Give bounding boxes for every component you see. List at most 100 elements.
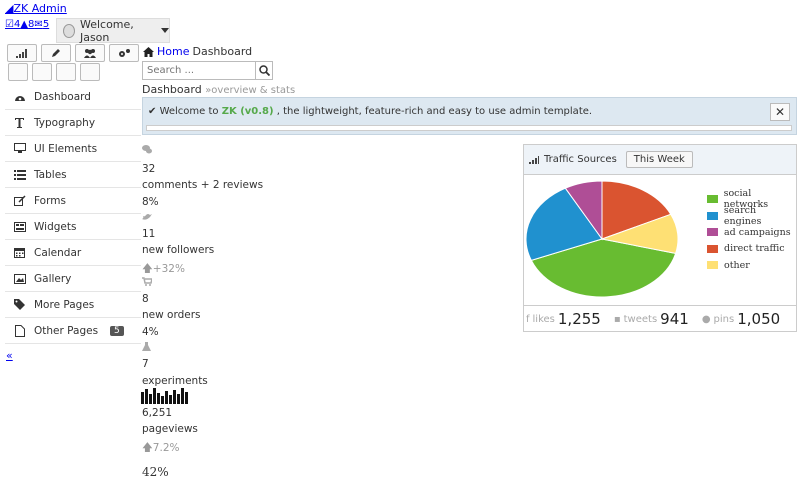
bell-icon: ▲: [20, 19, 29, 30]
settings-shortcut-button[interactable]: [109, 44, 139, 62]
likes-count: 1,255: [557, 310, 601, 328]
widgets-icon: [13, 221, 26, 232]
home-icon: [143, 46, 154, 57]
calendar-icon: [13, 247, 26, 258]
search-icon[interactable]: [255, 62, 272, 79]
cart-icon: [142, 277, 153, 289]
tag-icon: [13, 299, 26, 310]
text-icon: [13, 117, 26, 128]
panel-header: Traffic Sources This Week: [524, 145, 796, 175]
user-menu[interactable]: Welcome, Jason: [56, 17, 170, 44]
sidebar-item-typography[interactable]: Typography: [5, 110, 141, 136]
mini-button-1[interactable]: [8, 63, 28, 81]
breadcrumb-current: Dashboard: [192, 45, 253, 58]
stat-value: 6,251: [142, 407, 173, 419]
pins-count: 1,050: [737, 310, 781, 328]
search-input[interactable]: [143, 62, 255, 79]
alert-message: ✔ Welcome to ZK (v0.8) , the lightweight…: [148, 106, 593, 117]
stats-shortcut-button[interactable]: [7, 44, 37, 62]
search-form: [142, 61, 273, 80]
tweets-count: 941: [660, 310, 689, 328]
sidebar-item-calendar[interactable]: Calendar: [5, 240, 141, 266]
legend-label: direct traffic: [724, 243, 785, 255]
pencil-icon: [52, 49, 60, 57]
sidebar-item-other-pages[interactable]: Other Pages 5: [5, 318, 141, 344]
sidebar-item-forms[interactable]: Forms: [5, 188, 141, 214]
close-icon[interactable]: ✕: [770, 103, 790, 121]
stat-value: 8: [142, 293, 149, 305]
signal-icon: [529, 155, 539, 164]
stat-change: 4%: [142, 326, 159, 338]
breadcrumb: Home Dashboard: [143, 45, 252, 58]
alert-brand: ZK (v0.8): [221, 106, 274, 117]
mini-button-3[interactable]: [56, 63, 76, 81]
users-icon: [84, 49, 96, 58]
page-header: Dashboard »overview & stats: [142, 83, 295, 96]
traffic-pie-chart: [525, 180, 679, 298]
traffic-sources-panel: Traffic Sources This Week social network…: [523, 144, 797, 332]
stat-label: comments + 2 reviews: [142, 179, 264, 191]
sidebar-item-ui-elements[interactable]: UI Elements: [5, 136, 141, 162]
legend-label: ad campaigns: [724, 226, 791, 238]
envelope-icon: ✉: [34, 19, 43, 30]
stat-value: 11: [142, 228, 156, 240]
beaker-icon: [142, 342, 151, 354]
notification-bar[interactable]: ☑4▲8✉5: [5, 19, 49, 30]
stat-value: 7: [142, 358, 149, 370]
sidebar-item-dashboard[interactable]: Dashboard: [5, 84, 141, 110]
twitter-icon: ▪: [613, 313, 621, 325]
list-icon: [13, 169, 26, 180]
file-icon: [13, 324, 26, 337]
caret-down-icon: [161, 28, 169, 33]
social-stats: f likes 1,255 ▪ tweets 941 ● pins 1,050: [524, 305, 796, 332]
breadcrumb-home-link[interactable]: Home: [157, 45, 189, 58]
sidebar-item-gallery[interactable]: Gallery: [5, 266, 141, 292]
signal-icon: [16, 48, 27, 58]
users-shortcut-button[interactable]: [75, 44, 105, 62]
legend-item: other: [707, 257, 796, 274]
messages-count[interactable]: 5: [43, 19, 49, 30]
other-pages-badge: 5: [110, 325, 124, 336]
stat-change: 8%: [142, 196, 159, 208]
brand-link[interactable]: ◢ZK Admin: [5, 2, 67, 15]
mini-button-4[interactable]: [80, 63, 100, 81]
welcome-text: Welcome, Jason: [79, 17, 134, 44]
page-subtitle: »overview & stats: [205, 85, 296, 96]
cogs-icon: [119, 49, 130, 57]
avatar: [63, 23, 75, 38]
sidebar-item-tables[interactable]: Tables: [5, 162, 141, 188]
dashboard-icon: [13, 91, 26, 102]
desktop-icon: [13, 143, 26, 154]
comments-icon: [142, 145, 152, 157]
stat-label: pageviews: [142, 423, 198, 435]
sidebar-collapse-button[interactable]: «: [6, 349, 13, 362]
legend-swatch: [707, 211, 718, 220]
legend-item: search engines: [707, 204, 796, 227]
pinterest-icon: ●: [701, 313, 711, 325]
page-title: Dashboard: [142, 83, 202, 96]
legend-label: other: [724, 259, 750, 271]
sidebar-nav: Dashboard Typography UI Elements Tables …: [5, 84, 141, 344]
facebook-icon: f: [526, 313, 530, 325]
legend-label: search engines: [723, 204, 762, 227]
mini-button-2[interactable]: [32, 63, 52, 81]
sidebar-item-more-pages[interactable]: More Pages: [5, 292, 141, 318]
stat-value: 42%: [142, 465, 169, 479]
check-icon: ✔: [148, 106, 157, 117]
chart-legend: social networks search engines ad campaign…: [707, 188, 796, 274]
tasks-icon: ☑: [5, 19, 14, 30]
arrow-up-icon: 🡅: [142, 442, 153, 454]
sidebar-item-widgets[interactable]: Widgets: [5, 214, 141, 240]
stat-change: 🡅7.2%: [142, 442, 180, 454]
legend-swatch: [707, 261, 718, 270]
legend-swatch: [707, 195, 718, 204]
stat-value: 32: [142, 163, 156, 175]
arrow-up-icon: 🡅: [142, 263, 153, 275]
legend-item: ad campaigns: [707, 224, 796, 241]
sparkline: [141, 388, 191, 407]
image-icon: [13, 273, 26, 284]
twitter-icon: [142, 212, 152, 224]
period-dropdown[interactable]: This Week: [625, 151, 693, 168]
welcome-alert: ✔ Welcome to ZK (v0.8) , the lightweight…: [142, 97, 797, 135]
edit-shortcut-button[interactable]: [41, 44, 71, 62]
